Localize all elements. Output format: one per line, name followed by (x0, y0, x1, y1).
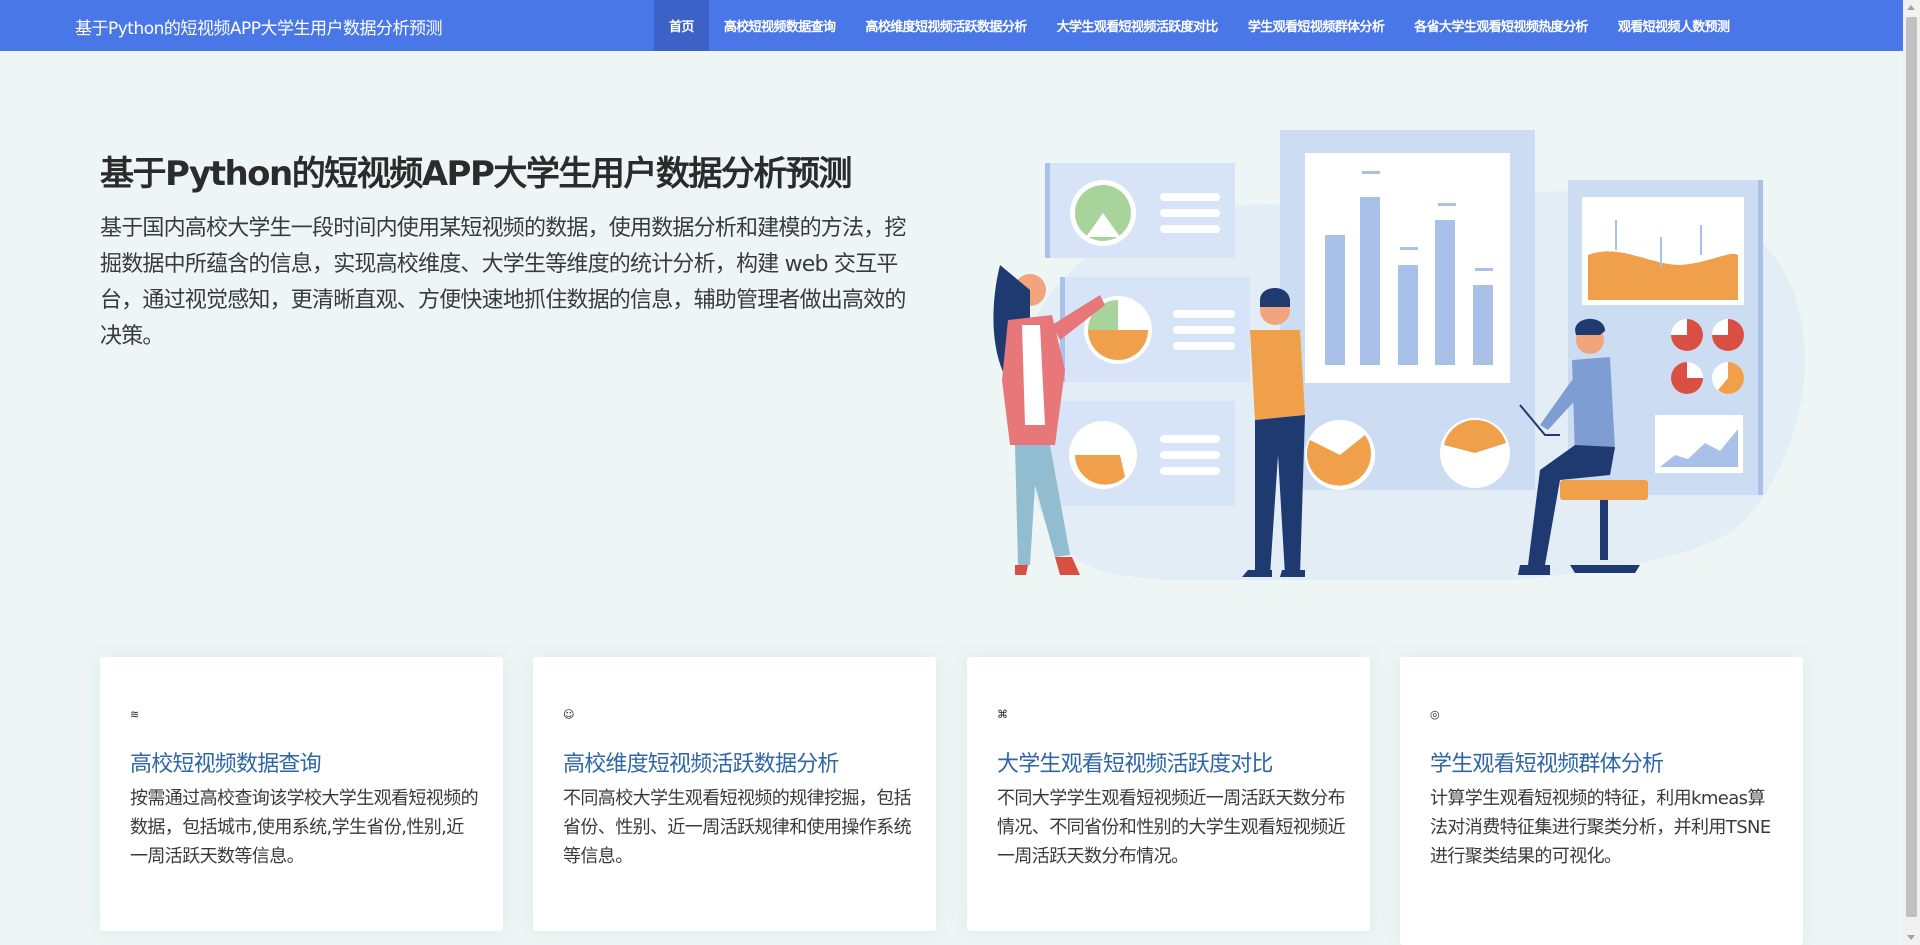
brand-title[interactable]: 基于Python的短视频APP大学生用户数据分析预测 (75, 14, 443, 39)
layers-icon: ≋ (130, 708, 140, 721)
nav-item-viewer-prediction[interactable]: 观看短视频人数预测 (1603, 0, 1745, 51)
nav-item-school-activity-analysis[interactable]: 高校维度短视频活跃数据分析 (850, 0, 1041, 51)
nav-item-school-query[interactable]: 高校短视频数据查询 (709, 0, 851, 51)
nav-item-activity-comparison[interactable]: 大学生观看短视频活跃度对比 (1042, 0, 1233, 51)
card-title[interactable]: 大学生观看短视频活跃度对比 (997, 746, 1273, 778)
scroll-up-arrow-icon[interactable] (1907, 5, 1915, 10)
feature-card-school-query[interactable]: ≋ 高校短视频数据查询 按需通过高校查询该学校大学生观看短视频的数据，包括城市,… (100, 657, 503, 931)
card-text: 不同大学学生观看短视频近一周活跃天数分布情况、不同省份和性别的大学生观看短视频近… (997, 788, 1346, 867)
main-nav: 首页 高校短视频数据查询 高校维度短视频活跃数据分析 大学生观看短视频活跃度对比… (654, 0, 1744, 51)
palette-icon: ☺ (563, 708, 575, 721)
nav-item-province-heat[interactable]: 各省大学生观看短视频热度分析 (1399, 0, 1603, 51)
nav-item-home[interactable]: 首页 (654, 0, 709, 51)
card-title[interactable]: 高校维度短视频活跃数据分析 (563, 746, 839, 778)
feature-card-group-analysis[interactable]: ◎ 学生观看短视频群体分析 计算学生观看短视频的特征，利用kmeas算法对消费特… (1400, 657, 1803, 945)
card-title[interactable]: 学生观看短视频群体分析 (1430, 746, 1664, 778)
hero-illustration (993, 130, 1805, 580)
feature-card-activity-comparison[interactable]: ⌘ 大学生观看短视频活跃度对比 不同大学学生观看短视频近一周活跃天数分布情况、不… (967, 657, 1370, 931)
nav-item-group-analysis[interactable]: 学生观看短视频群体分析 (1233, 0, 1399, 51)
feature-card-school-activity-analysis[interactable]: ☺ 高校维度短视频活跃数据分析 不同高校大学生观看短视频的规律挖掘，包括省份、性… (533, 657, 936, 931)
top-navbar: 基于Python的短视频APP大学生用户数据分析预测 首页 高校短视频数据查询 … (0, 0, 1903, 51)
scrollbar-thumb[interactable] (1906, 17, 1917, 917)
scroll-down-arrow-icon[interactable] (1907, 935, 1915, 940)
hero-title: 基于Python的短视频APP大学生用户数据分析预测 (100, 154, 852, 194)
card-text: 不同高校大学生观看短视频的规律挖掘，包括省份、性别、近一周活跃规律和使用操作系统… (563, 788, 912, 867)
hero-description: 基于国内高校大学生一段时间内使用某短视频的数据，使用数据分析和建模的方法，挖掘数… (100, 216, 906, 349)
vertical-scrollbar[interactable] (1903, 0, 1920, 945)
card-title[interactable]: 高校短视频数据查询 (130, 746, 322, 778)
card-text: 按需通过高校查询该学校大学生观看短视频的数据，包括城市,使用系统,学生省份,性别… (130, 788, 479, 867)
fingerprint-icon: ◎ (1430, 708, 1440, 721)
card-text: 计算学生观看短视频的特征，利用kmeas算法对消费特征集进行聚类分析，并利用TS… (1430, 788, 1771, 867)
command-icon: ⌘ (997, 708, 1008, 721)
